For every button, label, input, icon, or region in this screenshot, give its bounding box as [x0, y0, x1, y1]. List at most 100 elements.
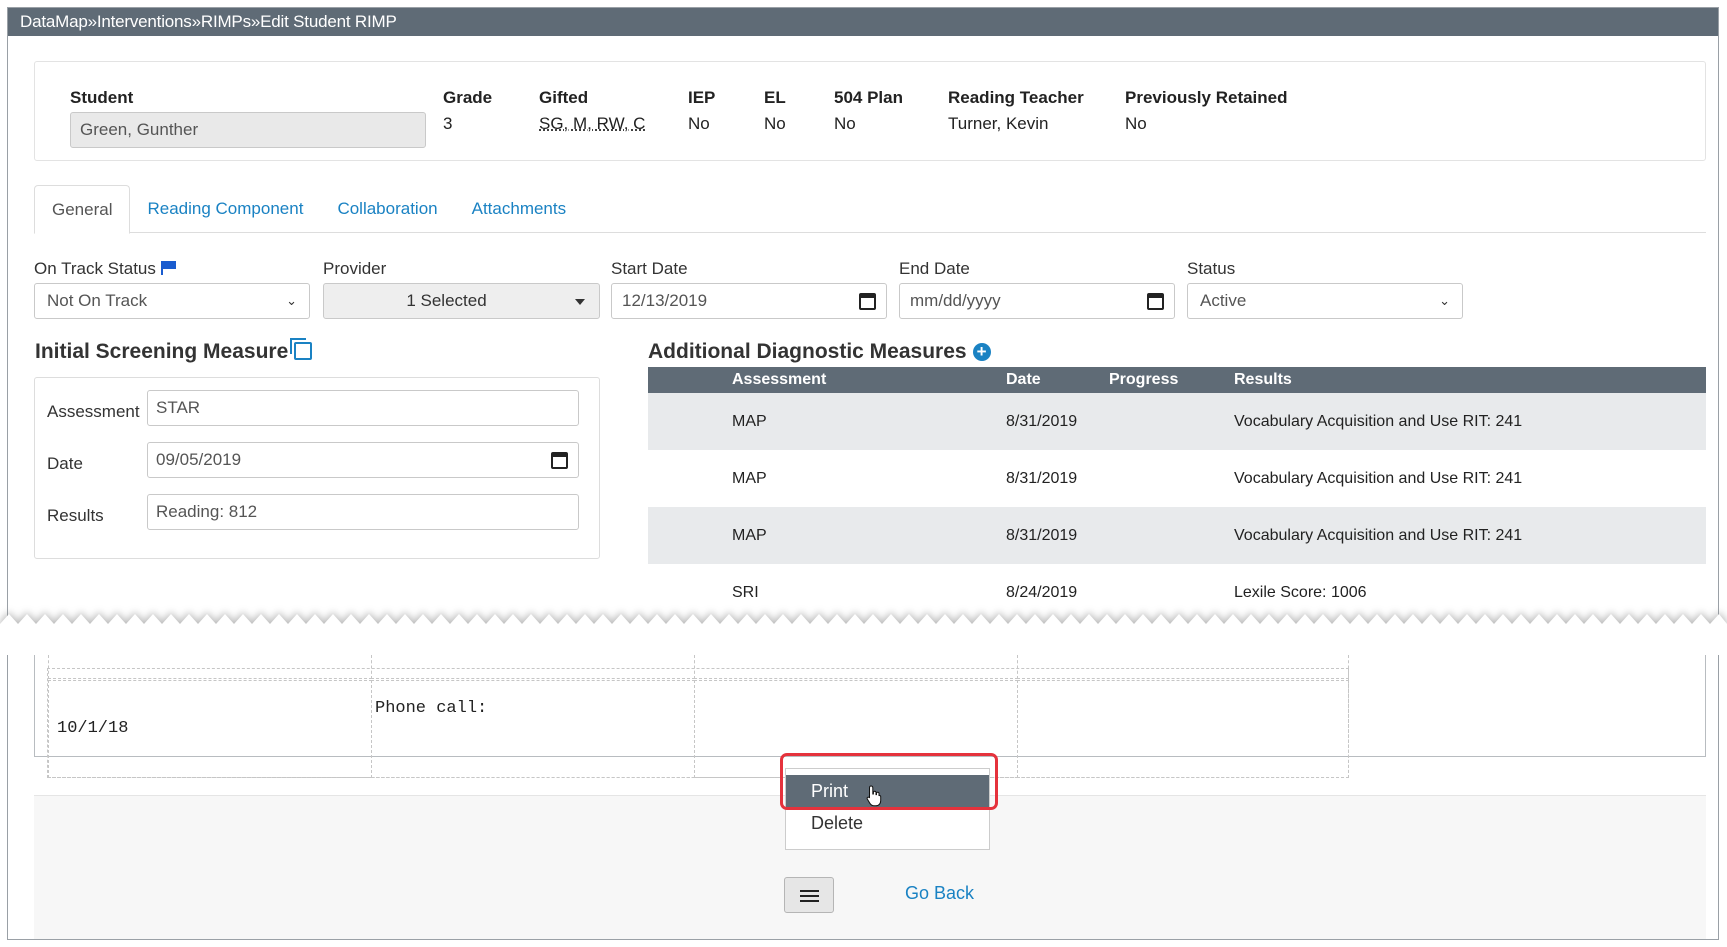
provider-value: 1 Selected: [406, 291, 487, 310]
status-value: Active: [1200, 291, 1247, 310]
end-date-field: End Date mm/dd/yyyy: [899, 259, 1175, 319]
breadcrumb-rimps[interactable]: RIMPs: [201, 12, 251, 32]
start-date-label: Start Date: [611, 259, 688, 278]
initial-screening-title: Initial Screening Measure: [35, 340, 289, 363]
student-name-input: Green, Gunther: [70, 112, 426, 148]
initial-screening-panel: Assessment STAR Date 09/05/2019 Results …: [34, 377, 600, 559]
table-cell: [48, 655, 372, 679]
results-input[interactable]: Reading: 812: [147, 494, 579, 530]
results-label: Results: [47, 506, 104, 525]
breadcrumb-datamap[interactable]: DataMap: [20, 12, 88, 32]
table-cell: [371, 655, 695, 679]
status-field: Status Active ⌄: [1187, 259, 1463, 319]
additional-diagnostic-heading: Additional Diagnostic Measures +: [648, 340, 991, 364]
cell-date: 8/31/2019: [1006, 413, 1078, 430]
screening-date-value: 09/05/2019: [156, 450, 242, 469]
end-date-label: End Date: [899, 259, 970, 278]
cell-assessment: MAP: [732, 413, 767, 430]
table-row[interactable]: MAP 8/31/2019 Vocabulary Acquisition and…: [648, 507, 1706, 564]
notes-table: 10/1/18 Phone call:: [47, 655, 1349, 778]
chevron-down-icon: ⌄: [286, 293, 297, 308]
menu-item-delete[interactable]: Delete: [786, 806, 989, 839]
assessment-label: Assessment: [47, 402, 140, 421]
copy-icon[interactable]: [290, 338, 313, 360]
page-top-section: DataMap » Interventions » RIMPs » Edit S…: [7, 7, 1719, 617]
end-date-input[interactable]: mm/dd/yyyy: [899, 283, 1175, 319]
on-track-value: Not On Track: [47, 291, 148, 310]
provider-field: Provider 1 Selected: [323, 259, 600, 319]
on-track-label: On Track Status: [34, 259, 156, 278]
tab-reading-component[interactable]: Reading Component: [130, 185, 320, 233]
hamburger-menu-icon: [800, 890, 819, 892]
tab-attachments[interactable]: Attachments: [455, 185, 584, 233]
student-field: Student Green, Gunther: [70, 88, 426, 148]
student-label: Student: [70, 88, 134, 107]
el-label: EL: [764, 88, 786, 107]
provider-dropdown[interactable]: 1 Selected: [323, 283, 600, 319]
reading-teacher-field: Reading Teacher Turner, Kevin: [948, 88, 1084, 134]
calendar-icon[interactable]: [551, 452, 568, 469]
gifted-label: Gifted: [539, 88, 589, 107]
tab-collaboration[interactable]: Collaboration: [320, 185, 454, 233]
plan504-value: No: [834, 114, 856, 133]
table-cell: [1017, 655, 1349, 679]
breadcrumb-current: Edit Student RIMP: [260, 12, 397, 31]
column-header-assessment: Assessment: [732, 371, 827, 388]
assessment-input[interactable]: STAR: [147, 390, 579, 426]
flag-icon: [160, 261, 176, 275]
breadcrumb-separator: »: [191, 12, 201, 31]
start-date-input[interactable]: 12/13/2019: [611, 283, 887, 319]
grade-label: Grade: [443, 88, 493, 107]
table-cell: [694, 655, 1018, 679]
cell-date: 8/31/2019: [1006, 527, 1078, 544]
column-header-date: Date: [1006, 371, 1041, 388]
cell-assessment: MAP: [732, 527, 767, 544]
chevron-down-icon: ⌄: [1439, 293, 1450, 308]
grade-value: 3: [443, 114, 453, 133]
breadcrumb: DataMap » Interventions » RIMPs » Edit S…: [8, 8, 1718, 36]
additional-diagnostic-title: Additional Diagnostic Measures: [648, 340, 967, 363]
iep-value: No: [688, 114, 710, 133]
grade-field: Grade 3: [443, 88, 492, 134]
column-header-results: Results: [1234, 371, 1292, 388]
table-row[interactable]: MAP 8/31/2019 Vocabulary Acquisition and…: [648, 450, 1706, 507]
calendar-icon[interactable]: [1147, 293, 1164, 310]
iep-label: IEP: [688, 88, 716, 107]
notes-text: Phone call:: [375, 699, 488, 718]
gifted-value[interactable]: SG, M, RW, C: [539, 114, 645, 133]
breadcrumb-separator: »: [87, 12, 97, 31]
add-circle-icon[interactable]: +: [972, 343, 991, 361]
cell-results: Vocabulary Acquisition and Use RIT: 241: [1234, 413, 1523, 430]
hand-cursor-icon: [866, 785, 882, 807]
cell-date: 8/31/2019: [1006, 470, 1078, 487]
tab-bar: General Reading Component Collaboration …: [34, 185, 1706, 234]
status-label: Status: [1187, 259, 1236, 278]
tab-general[interactable]: General: [34, 185, 131, 234]
page-bottom-section: 10/1/18 Phone call: Go Back Print Delete: [7, 655, 1719, 940]
date-input[interactable]: 09/05/2019: [147, 442, 579, 478]
breadcrumb-interventions[interactable]: Interventions: [97, 12, 192, 32]
retained-value: No: [1125, 114, 1147, 133]
on-track-field: On Track Status Not On Track ⌄: [34, 259, 310, 319]
student-info-card: Student Green, Gunther Grade 3 Gifted SG…: [34, 61, 1706, 161]
start-date-value: 12/13/2019: [622, 291, 708, 310]
el-field: EL No: [764, 88, 786, 134]
status-select[interactable]: Active ⌄: [1187, 283, 1463, 319]
cell-results: Vocabulary Acquisition and Use RIT: 241: [1234, 527, 1523, 544]
table-row[interactable]: MAP 8/31/2019 Vocabulary Acquisition and…: [648, 393, 1706, 450]
on-track-select[interactable]: Not On Track ⌄: [34, 283, 310, 319]
cell-assessment: MAP: [732, 470, 767, 487]
gifted-field: Gifted SG, M, RW, C: [539, 88, 645, 134]
plan504-field: 504 Plan No: [834, 88, 903, 134]
column-header-progress: Progress: [1109, 371, 1179, 388]
reading-teacher-value: Turner, Kevin: [948, 114, 1049, 133]
retained-label: Previously Retained: [1125, 88, 1288, 107]
initial-screening-heading: Initial Screening Measure: [35, 338, 313, 364]
table-cell-date: 10/1/18: [48, 680, 372, 778]
calendar-icon[interactable]: [859, 293, 876, 310]
go-back-link[interactable]: Go Back: [905, 883, 974, 904]
actions-menu-button[interactable]: [784, 877, 834, 913]
retained-field: Previously Retained No: [1125, 88, 1288, 134]
iep-field: IEP No: [688, 88, 715, 134]
start-date-field: Start Date 12/13/2019: [611, 259, 887, 319]
